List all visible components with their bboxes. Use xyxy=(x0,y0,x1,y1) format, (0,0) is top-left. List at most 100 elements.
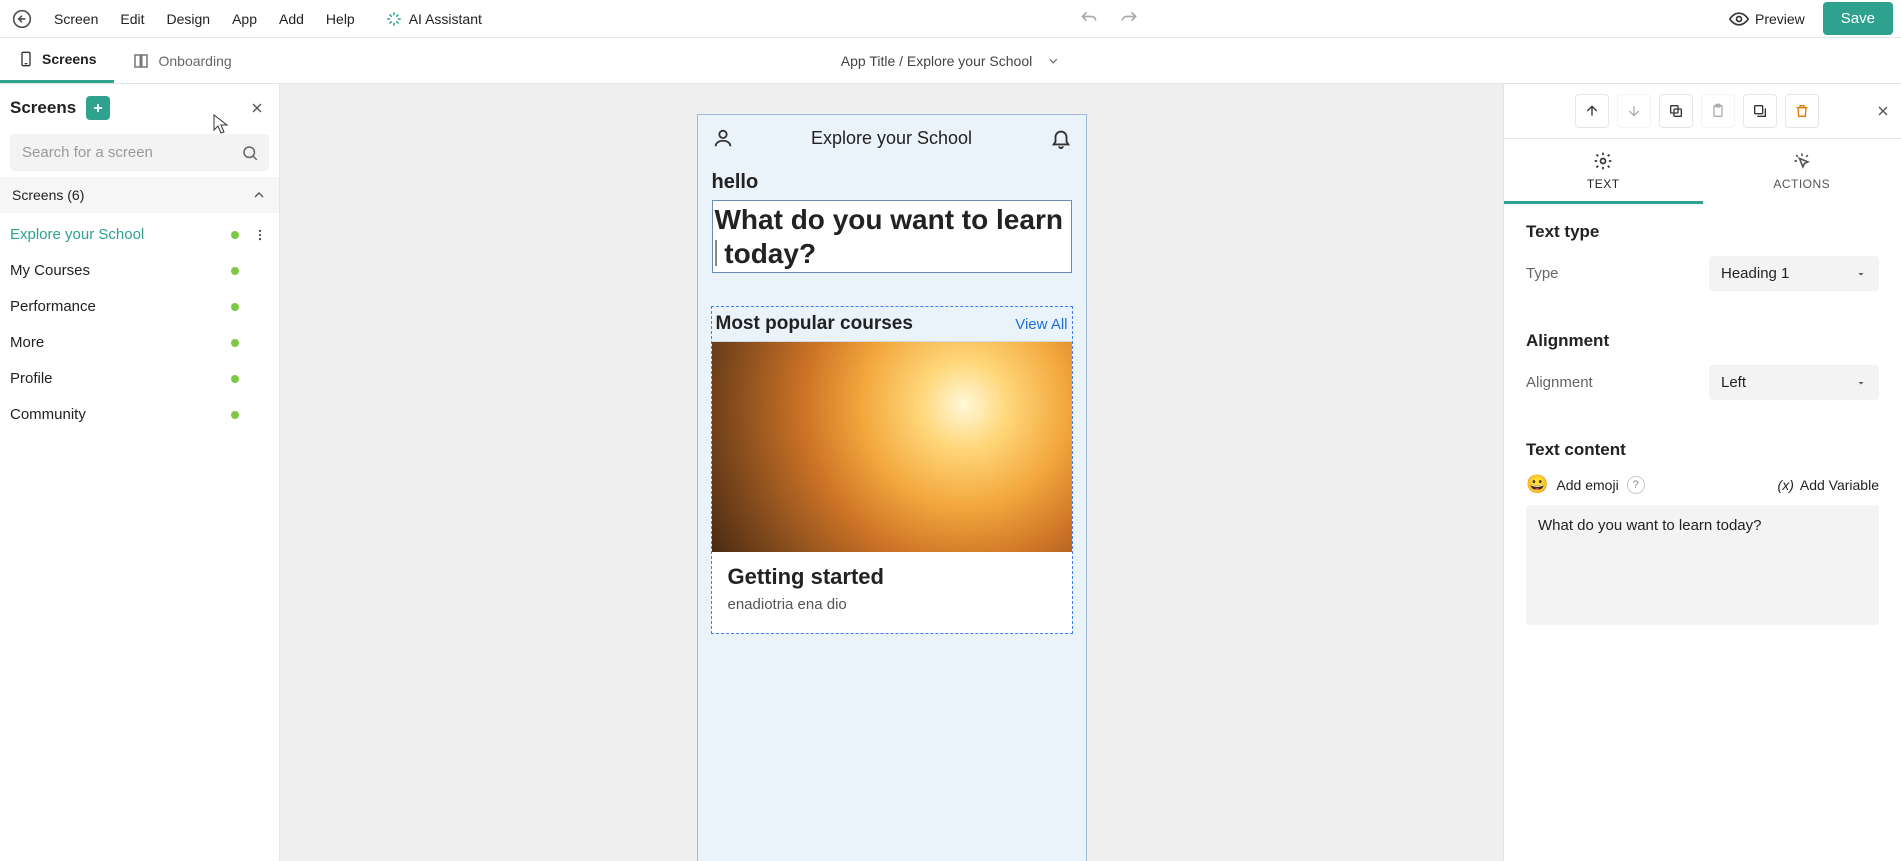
inspector-tab-actions[interactable]: ACTIONS xyxy=(1703,139,1901,204)
main-menus: Screen Edit Design App Add Help xyxy=(44,5,365,33)
add-variable-label: Add Variable xyxy=(1800,477,1879,493)
add-emoji-label: Add emoji xyxy=(1556,477,1618,493)
document-tab-bar: Screens Onboarding App Title / Explore y… xyxy=(0,38,1901,84)
add-variable-button[interactable]: (x) Add Variable xyxy=(1778,477,1879,493)
user-icon xyxy=(712,127,734,149)
sidebar-item-screen[interactable]: Performance xyxy=(0,289,279,325)
view-all-link[interactable]: View All xyxy=(1015,316,1067,333)
phone-frame: Explore your School hello What do you wa… xyxy=(697,114,1087,861)
section-popular-courses[interactable]: Most popular courses View All Getting st… xyxy=(712,307,1072,633)
tab-onboarding-label: Onboarding xyxy=(158,53,231,69)
bell-icon xyxy=(1050,127,1072,149)
status-dot-icon xyxy=(231,375,239,383)
sidebar-item-label: Community xyxy=(10,403,86,427)
close-panel-button[interactable] xyxy=(245,96,269,120)
emoji-icon: 😀 xyxy=(1526,474,1548,495)
screen-list: Explore your School My Courses Performance… xyxy=(0,213,279,437)
canvas-area[interactable]: Explore your School hello What do you wa… xyxy=(280,84,1503,861)
copy-button[interactable] xyxy=(1659,94,1693,128)
notifications-button[interactable] xyxy=(1050,127,1072,149)
arrow-left-icon xyxy=(12,9,32,29)
search-input[interactable] xyxy=(10,134,269,171)
menu-help[interactable]: Help xyxy=(316,5,365,33)
inspector-tab-actions-label: ACTIONS xyxy=(1773,177,1830,191)
sidebar-item-screen[interactable]: Explore your School xyxy=(0,217,279,253)
text-content-header: Text content xyxy=(1526,440,1879,460)
item-menu-button[interactable] xyxy=(253,228,267,242)
copy-icon xyxy=(1668,103,1684,119)
help-icon[interactable]: ? xyxy=(1627,476,1645,494)
inspector-tab-text-label: TEXT xyxy=(1587,177,1620,191)
tab-onboarding[interactable]: Onboarding xyxy=(114,38,249,83)
text-content-input[interactable]: What do you want to learn today? xyxy=(1526,505,1879,625)
phone-icon xyxy=(18,49,34,69)
type-label: Type xyxy=(1526,265,1559,282)
redo-icon xyxy=(1119,9,1139,29)
chevron-down-icon xyxy=(1046,54,1060,68)
preview-label: Preview xyxy=(1755,11,1805,27)
alignment-select[interactable]: Left xyxy=(1709,365,1879,400)
screens-group-label: Screens (6) xyxy=(12,187,84,203)
status-dot-icon xyxy=(231,267,239,275)
alignment-value: Left xyxy=(1721,374,1746,391)
delete-button[interactable] xyxy=(1785,94,1819,128)
menu-edit[interactable]: Edit xyxy=(110,5,154,33)
move-down-button xyxy=(1617,94,1651,128)
menu-design[interactable]: Design xyxy=(156,5,220,33)
duplicate-icon xyxy=(1752,103,1768,119)
sidebar-item-label: My Courses xyxy=(10,259,90,283)
book-icon xyxy=(132,52,150,70)
screens-panel: Screens Screens (6) Explore your School M… xyxy=(0,84,280,861)
section-title: Most popular courses xyxy=(716,313,913,335)
sidebar-item-screen[interactable]: My Courses xyxy=(0,253,279,289)
breadcrumb[interactable]: App Title / Explore your School xyxy=(841,53,1060,69)
type-value: Heading 1 xyxy=(1721,265,1789,282)
add-emoji-button[interactable]: 😀 Add emoji ? xyxy=(1526,474,1645,495)
save-button[interactable]: Save xyxy=(1823,2,1893,35)
tab-screens[interactable]: Screens xyxy=(0,38,114,83)
search-icon xyxy=(241,144,259,162)
redo-button[interactable] xyxy=(1119,9,1139,29)
menu-screen[interactable]: Screen xyxy=(44,5,108,33)
duplicate-button[interactable] xyxy=(1743,94,1777,128)
course-card[interactable]: Getting started enadiotria ena dio xyxy=(712,341,1072,633)
close-inspector-button[interactable] xyxy=(1875,103,1891,119)
sidebar-item-screen[interactable]: More xyxy=(0,325,279,361)
add-screen-button[interactable] xyxy=(86,96,110,120)
undo-button[interactable] xyxy=(1079,9,1099,29)
menu-app[interactable]: App xyxy=(222,5,267,33)
heading-text-selected[interactable]: What do you want to learn today? xyxy=(712,200,1072,273)
caret-down-icon xyxy=(1855,377,1867,389)
inspector-tab-text[interactable]: TEXT xyxy=(1504,139,1703,204)
clipboard-icon xyxy=(1710,103,1726,119)
arrow-down-icon xyxy=(1626,103,1642,119)
ai-assistant-button[interactable]: AI Assistant xyxy=(377,6,490,32)
tab-screens-label: Screens xyxy=(42,51,96,67)
ai-assistant-label: AI Assistant xyxy=(409,11,482,27)
move-up-button[interactable] xyxy=(1575,94,1609,128)
heading-label: What do you want to learn today? xyxy=(715,204,1063,269)
sidebar-item-screen[interactable]: Community xyxy=(0,397,279,433)
course-subtitle: enadiotria ena dio xyxy=(728,596,1056,613)
main-layout: Screens Screens (6) Explore your School M… xyxy=(0,84,1901,861)
status-dot-icon xyxy=(231,411,239,419)
back-button[interactable] xyxy=(8,5,36,33)
breadcrumb-label: App Title / Explore your School xyxy=(841,53,1032,69)
alignment-label: Alignment xyxy=(1526,374,1593,391)
plus-icon xyxy=(91,101,105,115)
panel-title: Screens xyxy=(10,98,76,118)
preview-button[interactable]: Preview xyxy=(1729,9,1805,29)
arrow-up-icon xyxy=(1584,103,1600,119)
sidebar-item-screen[interactable]: Profile xyxy=(0,361,279,397)
profile-button[interactable] xyxy=(712,127,734,149)
menu-add[interactable]: Add xyxy=(269,5,314,33)
status-dot-icon xyxy=(231,303,239,311)
inspector-panel: TEXT ACTIONS Text type Type Heading 1 xyxy=(1503,84,1901,861)
close-icon xyxy=(1875,103,1891,119)
top-menubar: Screen Edit Design App Add Help AI Assis… xyxy=(0,0,1901,38)
close-icon xyxy=(249,100,265,116)
hello-text[interactable]: hello xyxy=(698,171,1086,194)
type-select[interactable]: Heading 1 xyxy=(1709,256,1879,291)
eye-icon xyxy=(1729,9,1749,29)
screens-group-header[interactable]: Screens (6) xyxy=(0,177,279,213)
